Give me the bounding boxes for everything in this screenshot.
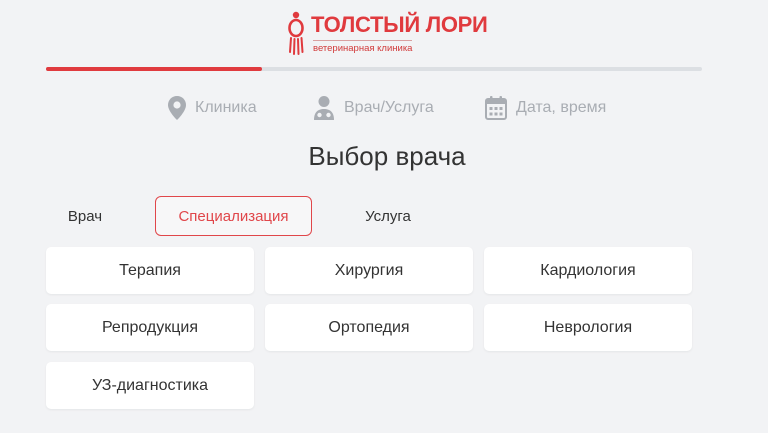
specialization-card[interactable]: Хирургия — [265, 247, 473, 294]
clinic-logo[interactable]: ТОЛСТЫЙ ЛОРИ ветеринарная клиника — [287, 8, 488, 58]
page-title: Выбор врача — [308, 141, 466, 171]
progress-bar-fill — [46, 67, 263, 71]
step-clinic-label: Клиника — [195, 99, 257, 116]
clinic-tagline: ветеринарная клиника — [313, 40, 413, 54]
tab-doctor[interactable]: Врач — [60, 196, 110, 236]
clinic-name: ТОЛСТЫЙ ЛОРИ — [311, 12, 488, 37]
calendar-icon — [485, 96, 507, 120]
doctor-icon — [314, 96, 334, 120]
tab-specialization-label: Специализация — [178, 207, 289, 225]
step-clinic[interactable]: Клиника — [167, 92, 257, 124]
specialization-card[interactable]: УЗ-диагностика — [46, 362, 254, 409]
specialization-label: Терапия — [119, 261, 181, 279]
tab-doctor-label: Врач — [67, 207, 103, 225]
location-pin-icon — [168, 96, 186, 120]
specialization-label: Кардиология — [540, 261, 636, 279]
specialization-card[interactable]: Репродукция — [46, 304, 254, 351]
specialization-card[interactable]: Терапия — [46, 247, 254, 294]
progress-bar — [46, 67, 702, 71]
specialization-label: Неврология — [543, 318, 633, 336]
specialization-label: УЗ-диагностика — [91, 376, 209, 394]
tab-specialization[interactable]: Специализация — [155, 196, 312, 236]
specialization-card[interactable]: Кардиология — [484, 247, 692, 294]
tab-service[interactable]: Услуга — [358, 196, 418, 236]
tab-service-label: Услуга — [365, 207, 411, 225]
specialization-card[interactable]: Ортопедия — [265, 304, 473, 351]
specialization-label: Ортопедия — [328, 318, 410, 336]
selection-tabs: Врач Специализация Услуга — [0, 196, 768, 236]
step-doctor-service[interactable]: Врач/Услуга — [312, 92, 434, 124]
booking-page: ТОЛСТЫЙ ЛОРИ ветеринарная клиника Клиник… — [0, 0, 768, 433]
booking-steps: Клиника Врач/Услуга Дата, время — [0, 92, 768, 124]
step-date-time[interactable]: Дата, время — [484, 92, 606, 124]
step-doctor-service-label: Врач/Услуга — [344, 99, 434, 116]
lori-mascot-icon — [288, 11, 304, 55]
specialization-card[interactable]: Неврология — [484, 304, 692, 351]
specialization-label: Репродукция — [101, 318, 199, 336]
step-date-time-label: Дата, время — [516, 99, 607, 116]
specialization-label: Хирургия — [334, 261, 404, 279]
